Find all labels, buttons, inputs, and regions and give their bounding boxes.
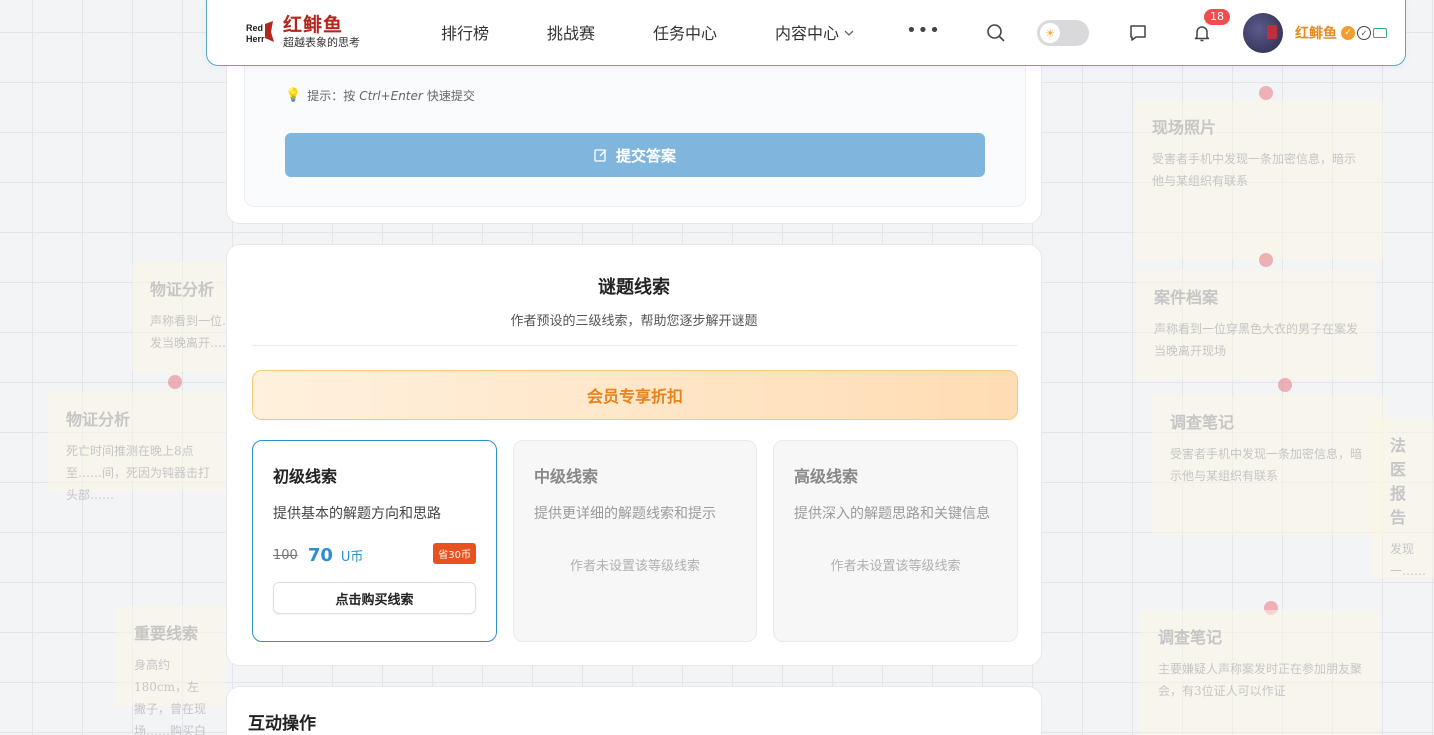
- bg-note-title: 案件档案: [1154, 288, 1219, 307]
- tip-shortcut: Ctrl+Enter: [359, 88, 423, 103]
- clues-subtitle: 作者预设的三级线索，帮助您逐步解开谜题: [510, 314, 758, 329]
- pin-icon: [1259, 253, 1273, 267]
- bg-note: 现场照片 受害者手机中发现一条加密信息，暗示他与某组织有联系: [1134, 100, 1384, 260]
- tip-prefix: 提示：按: [307, 89, 356, 103]
- nav-content-center[interactable]: 内容中心: [775, 20, 854, 44]
- clue-tier-basic: 初级线索 提供基本的解题方向和思路 100 70 U币 省30币 点击购买线索: [252, 440, 497, 642]
- sun-icon: ☀: [1040, 23, 1060, 43]
- divider: [252, 345, 1018, 346]
- bg-note-body: 身高约180cm，左撇子，曾在现场……购买白手套……: [134, 658, 207, 735]
- price-unit: U币: [340, 550, 364, 565]
- bg-note-body: 受害者手机中发现一条加密信息，暗示他与某组织有联系: [1170, 447, 1363, 483]
- save-tag: 省30币: [433, 543, 476, 564]
- search-icon[interactable]: [985, 22, 1007, 44]
- chevron-down-icon: [844, 26, 854, 39]
- shortcut-tip: 💡 提示：按 Ctrl+Enter 快速提交: [285, 87, 475, 104]
- tier-name: 高级线索: [794, 467, 859, 486]
- bg-note-body: 声称看到一位穿黑色大衣的男子在案发当晚离开现场: [1154, 322, 1359, 358]
- logo-title: 红鲱鱼: [283, 14, 344, 36]
- bg-note-body: 受害者手机中发现一条加密信息，暗示他与某组织有联系: [1152, 152, 1357, 188]
- pin-icon: [1259, 86, 1273, 100]
- clues-card: 谜题线索 作者预设的三级线索，帮助您逐步解开谜题 会员专享折扣 初级线索 提供基…: [226, 244, 1042, 666]
- logo[interactable]: Red Herr 红鲱鱼 超越表象的思考: [245, 14, 405, 50]
- nav-content-center-label: 内容中心: [775, 24, 840, 43]
- tier-desc: 提供更详细的解题线索和提示: [534, 506, 716, 522]
- logo-fish-icon: Red Herr: [245, 18, 275, 46]
- device-icon: [1373, 28, 1387, 38]
- bg-note: 案件档案 声称看到一位穿黑色大衣的男子在案发当晚离开现场: [1136, 270, 1376, 380]
- bg-note: 物证分析 死亡时间推测在晚上8点至……间，死因为钝器击打头部……: [48, 392, 228, 502]
- theme-toggle[interactable]: ☀: [1037, 20, 1089, 46]
- verified-icon: ✓: [1341, 26, 1355, 40]
- clues-title: 谜题线索: [598, 277, 670, 298]
- bg-note-title: 重要线索: [134, 624, 199, 643]
- clue-tier-advanced: 高级线索 提供深入的解题思路和关键信息 作者未设置该等级线索: [773, 440, 1018, 642]
- edit-icon: [594, 148, 608, 162]
- bg-note-title: 调查笔记: [1158, 628, 1223, 647]
- tier-empty-text: 作者未设置该等级线索: [830, 559, 961, 574]
- clue-tier-intermediate: 中级线索 提供更详细的解题线索和提示 作者未设置该等级线索: [513, 440, 757, 642]
- top-navbar: Red Herr 红鲱鱼 超越表象的思考 排行榜 挑战赛 任务中心 内容中心 •…: [206, 0, 1406, 66]
- check-badge-icon: ✓: [1357, 26, 1371, 40]
- submit-answer-label: 提交答案: [615, 146, 676, 165]
- bg-note: 重要线索 身高约180cm，左撇子，曾在现场……购买白手套……: [116, 606, 226, 735]
- pin-icon: [1278, 378, 1292, 392]
- tier-name: 初级线索: [273, 467, 338, 486]
- nav-task-center[interactable]: 任务中心: [653, 20, 717, 44]
- tip-suffix: 快速提交: [426, 89, 475, 103]
- more-menu-button[interactable]: •••: [906, 20, 941, 44]
- message-icon[interactable]: [1127, 22, 1149, 44]
- price-row: 100 70 U币 省30币: [273, 543, 476, 566]
- vip-discount-banner: 会员专享折扣: [252, 370, 1018, 420]
- bg-note-body: 主要嫌疑人声称案发时正在参加朋友聚会，有3位证人可以作证: [1158, 662, 1363, 698]
- svg-text:Herr: Herr: [246, 34, 265, 44]
- buy-clue-button[interactable]: 点击购买线索: [273, 582, 476, 614]
- bg-note-title: 调查笔记: [1170, 413, 1235, 432]
- original-price: 100: [273, 548, 298, 563]
- nav-leaderboard[interactable]: 排行榜: [441, 20, 489, 44]
- bg-note-body: 死亡时间推测在晚上8点至……间，死因为钝器击打头部……: [66, 444, 211, 502]
- bg-note: 调查笔记 主要嫌疑人声称案发时正在参加朋友聚会，有3位证人可以作证: [1140, 610, 1380, 735]
- avatar[interactable]: [1243, 13, 1283, 53]
- logo-subtitle: 超越表象的思考: [283, 36, 360, 49]
- notification-badge: 18: [1204, 9, 1230, 25]
- tier-name: 中级线索: [534, 467, 599, 486]
- interaction-title: 互动操作: [248, 714, 316, 734]
- discount-price: 70: [307, 545, 333, 566]
- bg-note-title: 现场照片: [1152, 118, 1217, 137]
- notification-bell-icon[interactable]: 18: [1191, 9, 1230, 44]
- bg-note-title: 物证分析: [66, 410, 131, 429]
- bg-note: 调查笔记 受害者手机中发现一条加密信息，暗示他与某组织有联系: [1152, 395, 1387, 535]
- bg-note-body: 发现一……检测……: [1390, 542, 1427, 578]
- tier-desc: 提供基本的解题方向和思路: [273, 506, 441, 522]
- answer-card: 💡 提示：按 Ctrl+Enter 快速提交 提交答案: [226, 40, 1042, 224]
- tier-empty-text: 作者未设置该等级线索: [569, 559, 700, 574]
- svg-text:Red: Red: [246, 23, 263, 33]
- user-name[interactable]: 红鲱鱼: [1295, 23, 1337, 43]
- pin-icon: [168, 375, 182, 389]
- bg-note: 法医报告 发现一……检测……: [1372, 418, 1434, 578]
- submit-answer-button[interactable]: 提交答案: [285, 133, 985, 177]
- lightbulb-icon: 💡: [285, 88, 302, 103]
- bg-note-title: 法医报告: [1390, 436, 1407, 527]
- tier-desc: 提供深入的解题思路和关键信息: [794, 506, 990, 522]
- nav-challenge[interactable]: 挑战赛: [547, 20, 595, 44]
- interaction-card: 互动操作: [226, 686, 1042, 735]
